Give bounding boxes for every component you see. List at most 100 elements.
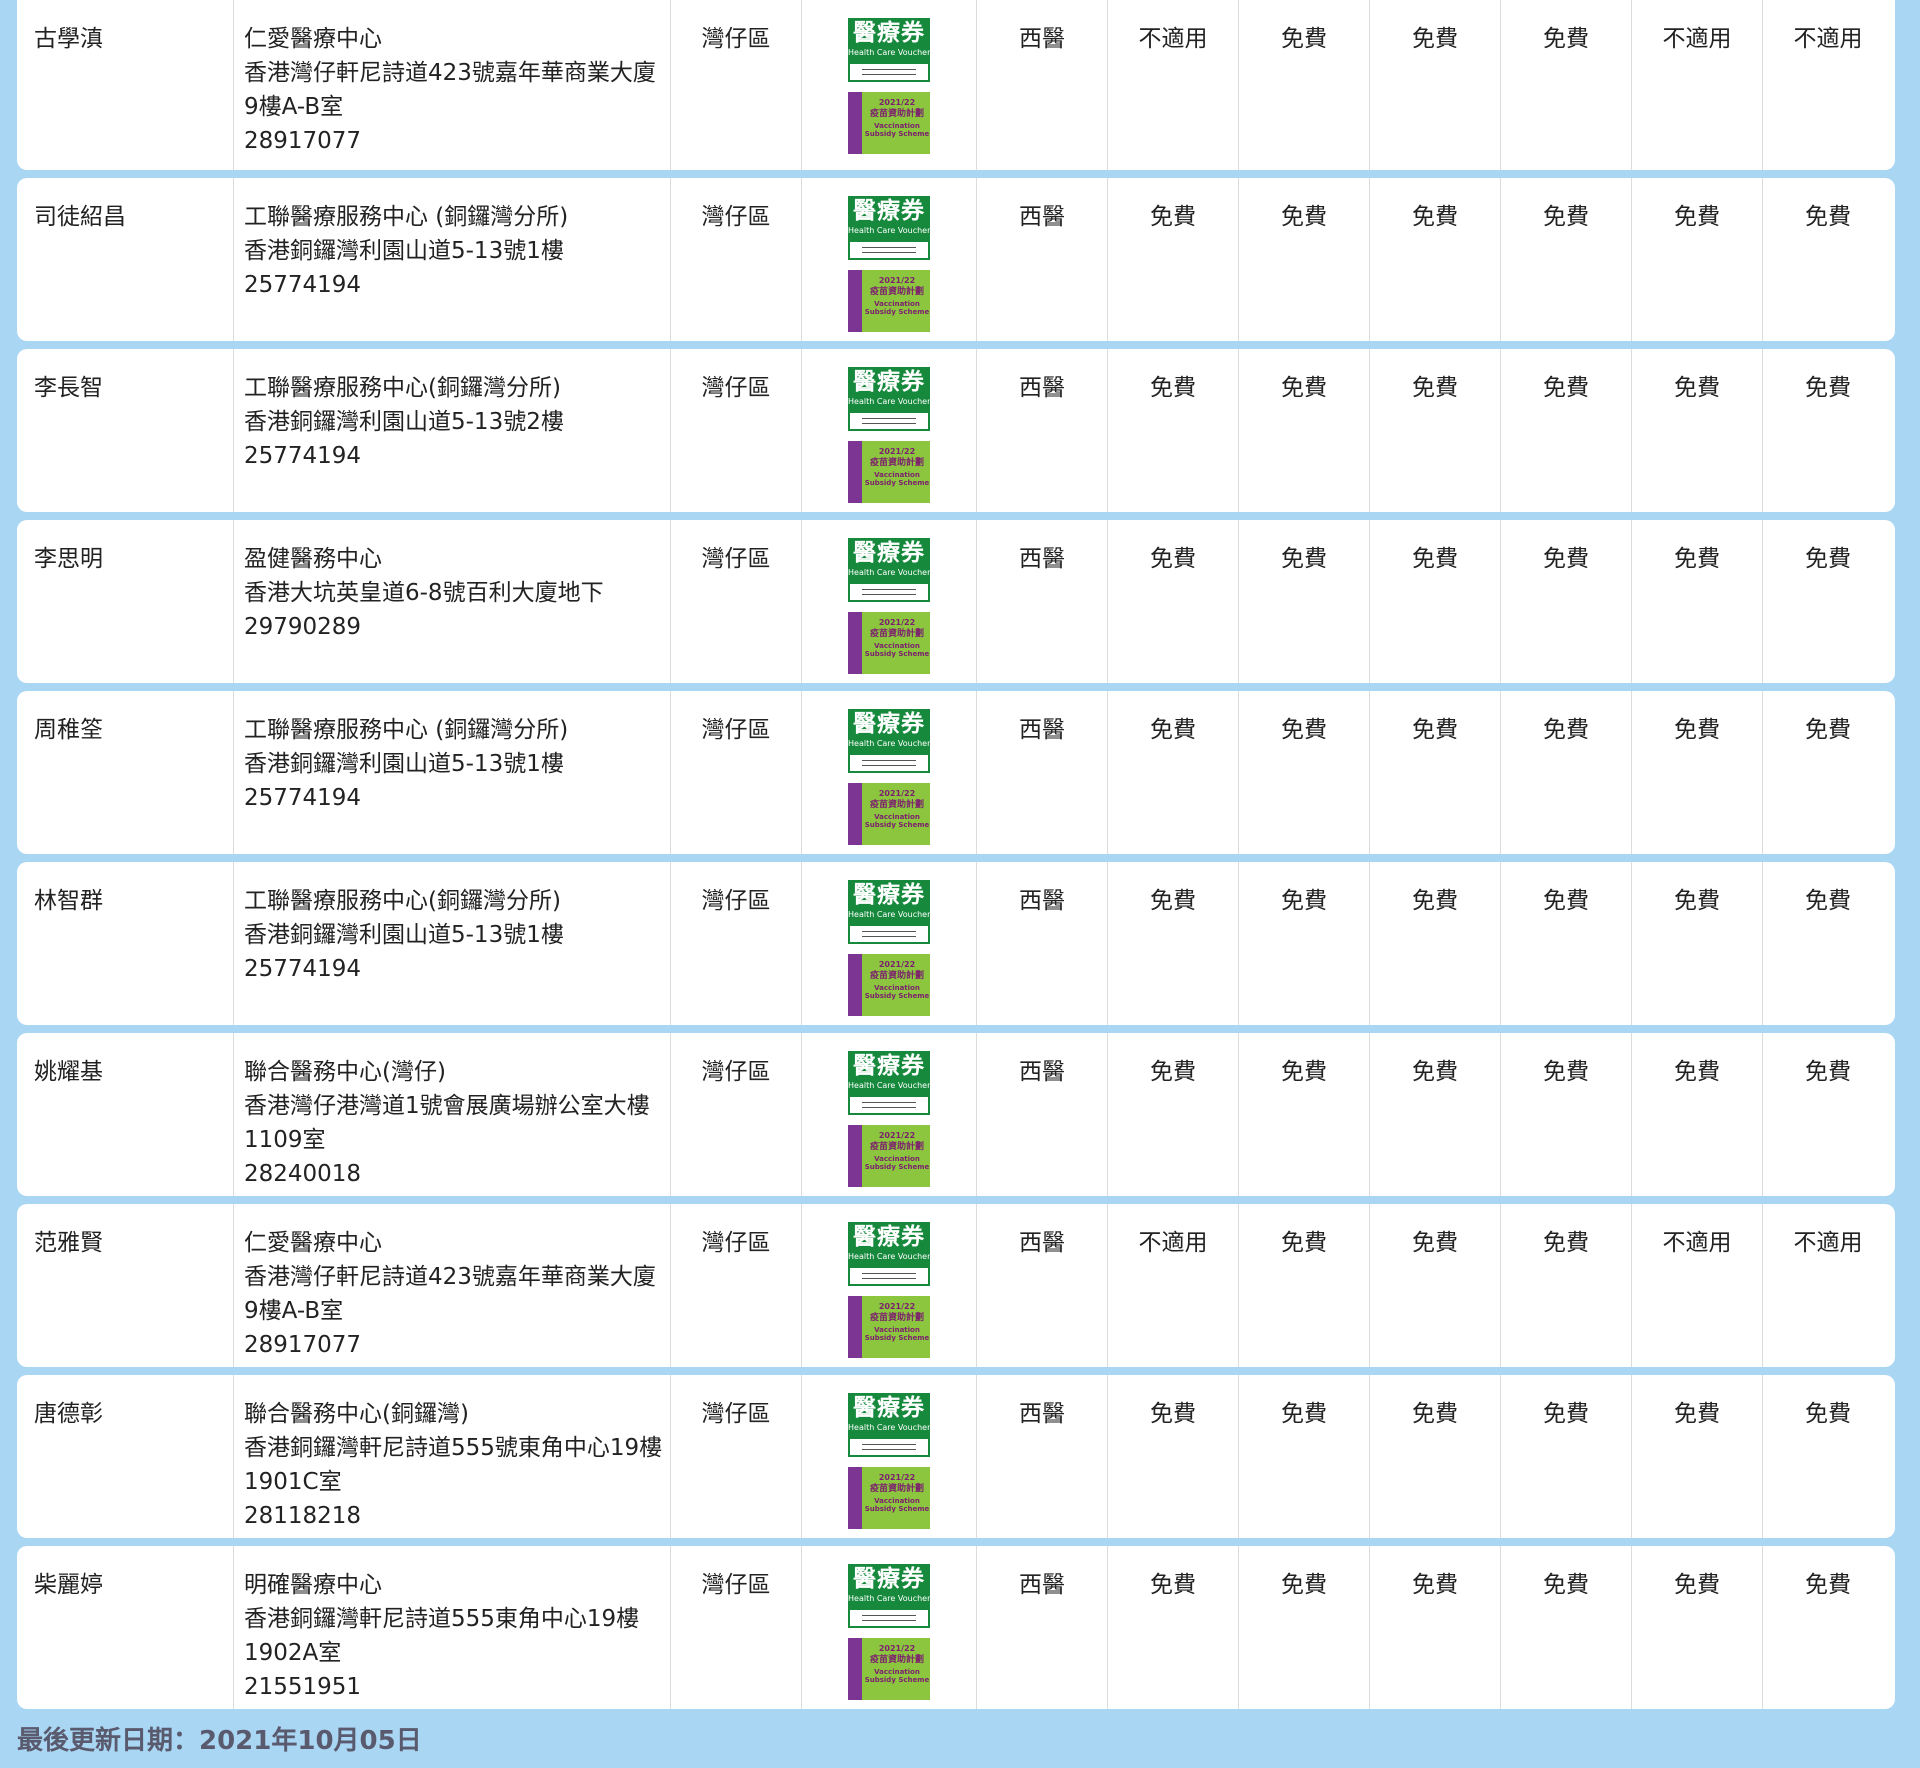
district: 灣仔區 — [670, 520, 801, 683]
district: 灣仔區 — [670, 862, 801, 1025]
fee-cell: 免費 — [1500, 1204, 1631, 1367]
doctor-name: 范雅賢 — [34, 1230, 103, 1256]
health-care-voucher-logo: 醫療券 Health Care Voucher — [848, 1051, 930, 1115]
clinic-address: 香港銅鑼灣利園山道5-13號1樓 — [244, 238, 564, 264]
fee-cell: 免費 — [1762, 862, 1893, 1025]
fee-cell: 免費 — [1369, 349, 1500, 512]
district: 灣仔區 — [670, 178, 801, 341]
clinic-name: 聯合醫務中心(銅鑼灣) — [244, 1401, 469, 1427]
district: 灣仔區 — [670, 691, 801, 854]
fee-cell: 免費 — [1631, 349, 1762, 512]
fee-cell: 免費 — [1762, 1033, 1893, 1196]
doctor-row: 周稚筌 工聯醫療服務中心 (銅鑼灣分所) 香港銅鑼灣利園山道5-13號1樓 25… — [17, 691, 1895, 854]
fee-cell: 免費 — [1762, 1546, 1893, 1709]
fee-cell: 免費 — [1631, 1033, 1762, 1196]
fee-cell: 不適用 — [1762, 0, 1893, 170]
fee-cell: 免費 — [1500, 0, 1631, 170]
fee-cell: 免費 — [1369, 691, 1500, 854]
fee-cell: 免費 — [1107, 1546, 1238, 1709]
fee-cell: 免費 — [1238, 0, 1369, 170]
clinic-name: 盈健醫務中心 — [244, 546, 382, 572]
district: 灣仔區 — [670, 1375, 801, 1538]
fee-cell: 免費 — [1107, 1033, 1238, 1196]
doctor-type: 西醫 — [976, 1375, 1107, 1538]
doctor-row: 唐德彰 聯合醫務中心(銅鑼灣) 香港銅鑼灣軒尼詩道555號東角中心19樓1901… — [17, 1375, 1895, 1538]
fee-cell: 免費 — [1500, 349, 1631, 512]
clinic-phone: 28917077 — [244, 128, 362, 154]
fee-cell: 免費 — [1500, 862, 1631, 1025]
doctor-type: 西醫 — [976, 520, 1107, 683]
fee-cell: 不適用 — [1107, 1204, 1238, 1367]
fee-cell: 免費 — [1238, 1375, 1369, 1538]
health-care-voucher-logo: 醫療券 Health Care Voucher — [848, 1393, 930, 1457]
fee-cell: 免費 — [1369, 1546, 1500, 1709]
scheme-badges: 醫療券 Health Care Voucher 2021/22 疫苗資助計劃 V… — [801, 349, 976, 512]
doctor-row: 李思明 盈健醫務中心 香港大坑英皇道6-8號百利大廈地下 29790289 灣仔… — [17, 520, 1895, 683]
fee-cell: 免費 — [1107, 862, 1238, 1025]
clinic-info: 工聯醫療服務中心(銅鑼灣分所) 香港銅鑼灣利園山道5-13號2樓 2577419… — [233, 349, 670, 512]
fee-cell: 免費 — [1238, 862, 1369, 1025]
doctor-row: 李長智 工聯醫療服務中心(銅鑼灣分所) 香港銅鑼灣利園山道5-13號2樓 257… — [17, 349, 1895, 512]
fee-cell: 免費 — [1369, 1375, 1500, 1538]
fee-cell: 免費 — [1631, 691, 1762, 854]
vaccination-subsidy-scheme-logo: 2021/22 疫苗資助計劃 Vaccination Subsidy Schem… — [848, 783, 930, 845]
doctor-name: 古學滇 — [34, 26, 103, 52]
fee-cell: 免費 — [1762, 691, 1893, 854]
doctor-name: 李思明 — [34, 546, 103, 572]
fee-cell: 免費 — [1762, 349, 1893, 512]
clinic-info: 明確醫療中心 香港銅鑼灣軒尼詩道555東角中心19樓1902A室 2155195… — [233, 1546, 670, 1709]
clinic-address: 香港銅鑼灣軒尼詩道555號東角中心19樓1901C室 — [244, 1435, 663, 1495]
scheme-badges: 醫療券 Health Care Voucher 2021/22 疫苗資助計劃 V… — [801, 1204, 976, 1367]
doctor-name: 姚耀基 — [34, 1059, 103, 1085]
clinic-phone: 21551951 — [244, 1674, 362, 1700]
scheme-badges: 醫療券 Health Care Voucher 2021/22 疫苗資助計劃 V… — [801, 0, 976, 170]
fee-cell: 免費 — [1107, 520, 1238, 683]
doctor-type: 西醫 — [976, 1204, 1107, 1367]
doctor-row: 古學滇 仁愛醫療中心 香港灣仔軒尼詩道423號嘉年華商業大廈9樓A-B室 289… — [17, 0, 1895, 170]
fee-cell: 不適用 — [1631, 1204, 1762, 1367]
fee-cell: 免費 — [1500, 520, 1631, 683]
fee-cell: 不適用 — [1107, 0, 1238, 170]
fee-cell: 免費 — [1500, 178, 1631, 341]
fee-cell: 免費 — [1369, 862, 1500, 1025]
doctor-name: 周稚筌 — [34, 717, 103, 743]
fee-cell: 免費 — [1107, 178, 1238, 341]
clinic-address: 香港銅鑼灣軒尼詩道555東角中心19樓1902A室 — [244, 1606, 640, 1666]
doctor-name: 唐德彰 — [34, 1401, 103, 1427]
clinic-info: 仁愛醫療中心 香港灣仔軒尼詩道423號嘉年華商業大廈9樓A-B室 2891707… — [233, 1204, 670, 1367]
clinic-phone: 29790289 — [244, 614, 362, 640]
clinic-name: 工聯醫療服務中心(銅鑼灣分所) — [244, 375, 561, 401]
fee-cell: 不適用 — [1631, 0, 1762, 170]
clinic-name: 仁愛醫療中心 — [244, 26, 382, 52]
doctor-row: 姚耀基 聯合醫務中心(灣仔) 香港灣仔港灣道1號會展廣場辦公室大樓1109室 2… — [17, 1033, 1895, 1196]
clinic-phone: 25774194 — [244, 956, 362, 982]
scheme-badges: 醫療券 Health Care Voucher 2021/22 疫苗資助計劃 V… — [801, 520, 976, 683]
clinic-info: 工聯醫療服務中心(銅鑼灣分所) 香港銅鑼灣利園山道5-13號1樓 2577419… — [233, 862, 670, 1025]
clinic-address: 香港銅鑼灣利園山道5-13號1樓 — [244, 751, 564, 777]
fee-cell: 免費 — [1762, 178, 1893, 341]
vaccination-subsidy-scheme-logo: 2021/22 疫苗資助計劃 Vaccination Subsidy Schem… — [848, 1296, 930, 1358]
doctor-name: 司徒紹昌 — [34, 204, 126, 230]
fee-cell: 免費 — [1500, 1375, 1631, 1538]
health-care-voucher-logo: 醫療券 Health Care Voucher — [848, 1222, 930, 1286]
last-updated-date: 最後更新日期：2021年10月05日 — [17, 1726, 422, 1756]
district: 灣仔區 — [670, 0, 801, 170]
scheme-badges: 醫療券 Health Care Voucher 2021/22 疫苗資助計劃 V… — [801, 1375, 976, 1538]
scheme-badges: 醫療券 Health Care Voucher 2021/22 疫苗資助計劃 V… — [801, 1033, 976, 1196]
vaccination-subsidy-scheme-logo: 2021/22 疫苗資助計劃 Vaccination Subsidy Schem… — [848, 1638, 930, 1700]
fee-cell: 免費 — [1369, 178, 1500, 341]
vaccination-subsidy-scheme-logo: 2021/22 疫苗資助計劃 Vaccination Subsidy Schem… — [848, 92, 930, 154]
health-care-voucher-logo: 醫療券 Health Care Voucher — [848, 18, 930, 82]
clinic-name: 工聯醫療服務中心 (銅鑼灣分所) — [244, 204, 569, 230]
doctor-type: 西醫 — [976, 691, 1107, 854]
fee-cell: 免費 — [1107, 1375, 1238, 1538]
district: 灣仔區 — [670, 1033, 801, 1196]
clinic-info: 工聯醫療服務中心 (銅鑼灣分所) 香港銅鑼灣利園山道5-13號1樓 257741… — [233, 691, 670, 854]
fee-cell: 免費 — [1762, 1375, 1893, 1538]
clinic-address: 香港灣仔軒尼詩道423號嘉年華商業大廈9樓A-B室 — [244, 60, 656, 120]
clinic-name: 工聯醫療服務中心 (銅鑼灣分所) — [244, 717, 569, 743]
district: 灣仔區 — [670, 1204, 801, 1367]
doctor-type: 西醫 — [976, 1546, 1107, 1709]
doctor-row: 司徒紹昌 工聯醫療服務中心 (銅鑼灣分所) 香港銅鑼灣利園山道5-13號1樓 2… — [17, 178, 1895, 341]
fee-cell: 免費 — [1238, 520, 1369, 683]
